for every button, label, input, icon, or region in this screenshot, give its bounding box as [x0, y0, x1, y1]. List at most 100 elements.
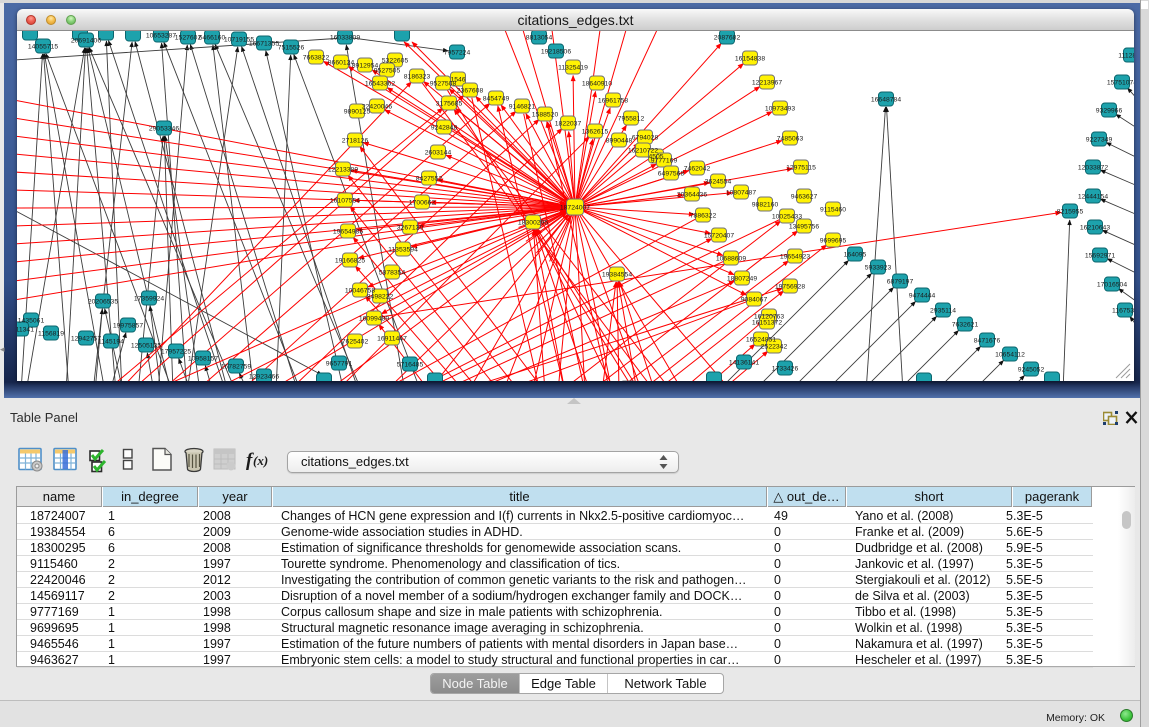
svg-text:15720407: 15720407 — [704, 232, 734, 239]
svg-text:5878354: 5878354 — [379, 269, 406, 276]
svg-text:19756928: 19756928 — [775, 283, 805, 290]
svg-text:12975115: 12975115 — [786, 164, 816, 171]
svg-text:9527505: 9527505 — [374, 67, 401, 74]
svg-text:8427552: 8427552 — [416, 175, 443, 182]
svg-text:11353594: 11353594 — [388, 246, 418, 253]
svg-text:12033872: 12033872 — [1078, 164, 1108, 171]
svg-text:9115460: 9115460 — [820, 206, 846, 213]
svg-text:16033809: 16033809 — [330, 34, 360, 41]
svg-text:9882160: 9882160 — [752, 201, 779, 208]
svg-text:16543362: 16543362 — [365, 80, 395, 87]
svg-text:7886322: 7886322 — [690, 212, 717, 219]
svg-text:14136141: 14136141 — [729, 359, 759, 366]
svg-text:6794028: 6794028 — [632, 134, 659, 141]
svg-text:5933923: 5933923 — [865, 264, 892, 271]
svg-text:10807487: 10807487 — [726, 189, 756, 196]
svg-text:9242848: 9242848 — [431, 124, 458, 131]
svg-text:29053346: 29053346 — [149, 125, 179, 132]
svg-text:10025433: 10025433 — [772, 213, 802, 220]
svg-text:7625402: 7625402 — [342, 338, 369, 345]
svg-text:10688609: 10688609 — [716, 255, 746, 262]
svg-text:12505135: 12505135 — [131, 342, 161, 349]
svg-text:1156819: 1156819 — [38, 330, 64, 337]
svg-text:14055715: 14055715 — [28, 43, 58, 50]
svg-text:19166825: 19166825 — [335, 257, 365, 264]
svg-text:20691406: 20691406 — [71, 37, 101, 44]
svg-text:7462042: 7462042 — [684, 165, 711, 172]
svg-text:1362615: 1362615 — [582, 128, 609, 135]
svg-text:6497568: 6497568 — [658, 170, 685, 177]
svg-text:18724007: 18724007 — [560, 204, 590, 211]
svg-text:12444154: 12444154 — [1078, 193, 1108, 200]
svg-text:13495756: 13495756 — [789, 223, 819, 230]
svg-text:10653287: 10653287 — [146, 32, 176, 39]
svg-text:20206535: 20206535 — [88, 298, 118, 305]
svg-text:18807249: 18807249 — [727, 275, 757, 282]
svg-text:7955812: 7955812 — [618, 115, 645, 122]
svg-text:19384554: 19384554 — [602, 271, 632, 278]
svg-text:9890125: 9890125 — [344, 108, 371, 115]
svg-text:3175685: 3175685 — [436, 100, 463, 107]
svg-text:1112803: 1112803 — [1118, 52, 1134, 59]
svg-text:7957224: 7957224 — [444, 49, 471, 56]
svg-text:6466160: 6466160 — [199, 34, 226, 41]
svg-text:10958157: 10958157 — [188, 355, 218, 362]
svg-text:1546: 1546 — [450, 76, 465, 83]
svg-text:18300295: 18300295 — [518, 219, 548, 226]
svg-text:20364436: 20364436 — [677, 191, 707, 198]
svg-text:9146821: 9146821 — [509, 103, 536, 110]
svg-text:9657791: 9657791 — [326, 360, 353, 367]
svg-text:1145194: 1145194 — [98, 338, 124, 345]
svg-text:1733426: 1733426 — [772, 365, 799, 372]
svg-text:18640910: 18640910 — [582, 80, 612, 87]
svg-text:16671355: 16671355 — [249, 40, 279, 47]
svg-text:8660124: 8660124 — [328, 59, 355, 66]
svg-text:16154838: 16154838 — [735, 55, 765, 62]
svg-text:9777169: 9777169 — [651, 157, 678, 164]
svg-text:2087682: 2087682 — [714, 34, 741, 41]
svg-text:19975857: 19975857 — [113, 322, 143, 329]
svg-text:9463627: 9463627 — [791, 193, 818, 200]
svg-text:15751074: 15751074 — [1107, 79, 1134, 86]
svg-text:1527602: 1527602 — [175, 34, 202, 41]
svg-text:8215955: 8215955 — [1057, 208, 1084, 215]
svg-text:16210643: 16210643 — [1080, 224, 1110, 231]
svg-text:16911447: 16911447 — [377, 335, 407, 342]
svg-text:16107554: 16107554 — [330, 197, 360, 204]
svg-text:8498222: 8498222 — [367, 293, 394, 300]
svg-text:12942757: 12942757 — [71, 335, 101, 342]
svg-text:1700662: 1700662 — [409, 199, 436, 206]
svg-text:1167534: 1167534 — [1112, 307, 1134, 314]
svg-text:12923466: 12923466 — [249, 373, 279, 380]
svg-text:2367608: 2367608 — [457, 87, 484, 94]
svg-text:3267130: 3267130 — [397, 224, 424, 231]
svg-text:164095: 164095 — [844, 251, 867, 258]
svg-text:10654112: 10654112 — [995, 351, 1025, 358]
svg-text:7515526: 7515526 — [278, 44, 305, 51]
svg-text:2935114: 2935114 — [930, 307, 956, 314]
svg-text:17359924: 17359924 — [134, 295, 164, 302]
svg-text:9699695: 9699695 — [820, 237, 847, 244]
svg-text:2718126: 2718126 — [342, 137, 369, 144]
svg-text:8990448: 8990448 — [606, 137, 633, 144]
svg-text:11325419: 11325419 — [558, 64, 588, 71]
svg-text:7485063: 7485063 — [777, 135, 804, 142]
svg-text:17957225: 17957225 — [161, 348, 191, 355]
svg-text:10973493: 10973493 — [765, 105, 795, 112]
svg-text:19654923: 19654923 — [780, 253, 810, 260]
svg-text:5322605: 5322605 — [382, 57, 409, 64]
svg-text:12213967: 12213967 — [752, 79, 782, 86]
svg-text:19218506: 19218506 — [541, 48, 571, 55]
svg-text:8186323: 8186323 — [404, 73, 431, 80]
svg-text:17016504: 17016504 — [1097, 281, 1127, 288]
svg-text:8471676: 8471676 — [974, 337, 1001, 344]
svg-text:1435061: 1435061 — [18, 317, 45, 324]
svg-text:8454749: 8454749 — [483, 95, 510, 102]
svg-text:3624554: 3624554 — [705, 178, 732, 185]
svg-text:16648784: 16648784 — [871, 96, 901, 103]
svg-text:16151372: 16151372 — [752, 319, 782, 326]
svg-text:6879197: 6879197 — [887, 278, 914, 285]
svg-text:9474444: 9474444 — [909, 292, 936, 299]
svg-text:1588520: 1588520 — [532, 111, 559, 118]
svg-text:3911341: 3911341 — [17, 326, 34, 333]
